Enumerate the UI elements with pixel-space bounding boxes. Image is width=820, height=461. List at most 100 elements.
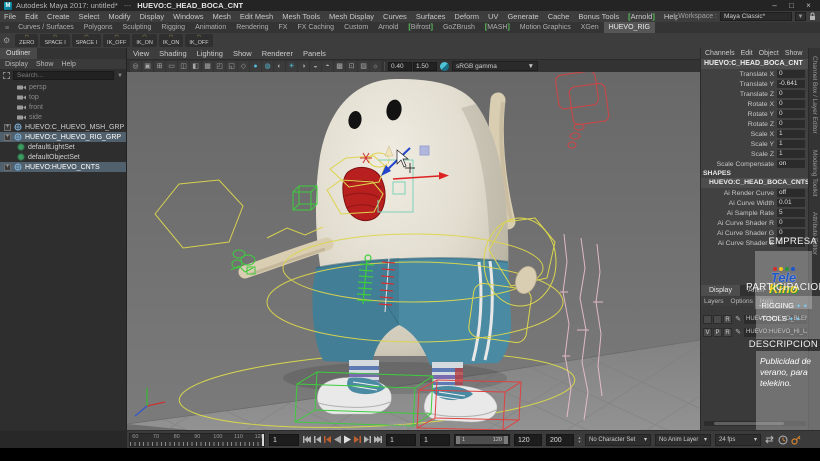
channel-value-field[interactable]: on: [777, 160, 805, 168]
range-slider[interactable]: 1 120: [454, 434, 510, 446]
channel-row-rotate-y[interactable]: Rotate Y0: [701, 109, 808, 119]
menu-modify[interactable]: Modify: [108, 12, 130, 21]
manipulator-plane-handle[interactable]: [420, 146, 429, 155]
ambient-occlusion-icon[interactable]: ◒: [310, 61, 321, 72]
sidebar-tab-channel-box-layer-editor[interactable]: Channel Box / Layer Editor: [811, 56, 818, 134]
shelf-button-ik-off-6[interactable]: ◠IK_OFF: [185, 34, 212, 47]
outliner-item-top[interactable]: top: [0, 92, 126, 102]
outliner-funnel-icon[interactable]: ▼: [117, 73, 123, 79]
expander-icon[interactable]: +: [4, 124, 11, 131]
shelf-button-ik-on-5[interactable]: ◠IK_ON: [159, 34, 184, 47]
safe-action-icon[interactable]: ◰: [214, 61, 225, 72]
animation-start-field[interactable]: 1: [386, 434, 416, 446]
shelf-tab-rigging[interactable]: Rigging: [156, 22, 190, 33]
default-material-icon[interactable]: ◐: [274, 61, 285, 72]
outliner-item-defaultlightset[interactable]: defaultLightSet: [0, 142, 126, 152]
shadows-icon[interactable]: ◑: [298, 61, 309, 72]
channel-value-field[interactable]: 1: [777, 150, 805, 158]
shelf-tab-mash[interactable]: [MASH]: [480, 22, 515, 33]
layer-visibility-toggle[interactable]: V: [703, 328, 712, 337]
play-forward-button[interactable]: [343, 434, 352, 445]
channel-row-scale-x[interactable]: Scale X1: [701, 129, 808, 139]
shelf-button-space-i-1[interactable]: ◠SPACE I: [40, 34, 69, 47]
sidebar-tab-modeling-toolkit[interactable]: Modeling Toolkit: [811, 150, 818, 197]
previous-key-button[interactable]: [323, 434, 332, 445]
channel-row-scale-compensate[interactable]: Scale Compensateon: [701, 159, 808, 169]
close-button[interactable]: ×: [801, 1, 816, 11]
outliner-item-defaultobjectset[interactable]: defaultObjectSet: [0, 152, 126, 162]
outliner-item-front[interactable]: front: [0, 102, 126, 112]
viewport-scene[interactable]: persp: [127, 72, 700, 430]
isolate-select-icon[interactable]: ⊡: [346, 61, 357, 72]
menu-uv[interactable]: UV: [488, 12, 498, 21]
shelf-tab-polygons[interactable]: Polygons: [79, 22, 118, 33]
shelf-button-zero-0[interactable]: ◠ZERO: [15, 34, 38, 47]
outliner-item-persp[interactable]: persp: [0, 82, 126, 92]
shelf-button-ik-off-3[interactable]: ◠IK_OFF: [103, 34, 130, 47]
field-chart-icon[interactable]: ▦: [202, 61, 213, 72]
sidebar-tab-attribute-editor[interactable]: Attribute Editor: [811, 212, 818, 255]
playback-start-field[interactable]: 1: [420, 434, 450, 446]
channel-value-field[interactable]: 0: [777, 70, 805, 78]
grid-icon[interactable]: ⊞: [154, 61, 165, 72]
channel-row-rotate-x[interactable]: Rotate X0: [701, 99, 808, 109]
channel-row-translate-z[interactable]: Translate Z0: [701, 89, 808, 99]
current-frame-field[interactable]: 1: [269, 434, 299, 446]
channel-row-ai-sample-rate[interactable]: Ai Sample Rate5: [701, 208, 808, 218]
viewport-menu-shading[interactable]: Shading: [159, 49, 187, 58]
channel-row-translate-y[interactable]: Translate Y-0.641: [701, 79, 808, 89]
menu-surfaces[interactable]: Surfaces: [416, 12, 446, 21]
channel-row-rotate-z[interactable]: Rotate Z0: [701, 119, 808, 129]
shelf-button-space-i-2[interactable]: ◠SPACE I: [72, 34, 101, 47]
channel-row-scale-z[interactable]: Scale Z1: [701, 149, 808, 159]
shelf-tab-custom[interactable]: Custom: [339, 22, 373, 33]
channel-box-menu-channels[interactable]: Channels: [705, 50, 735, 57]
outliner-filter-icon[interactable]: [3, 72, 10, 79]
go-to-end-button[interactable]: [373, 434, 382, 445]
outliner-item-huevo-c-huevo-msh-grp[interactable]: +HUEVO:C_HUEVO_MSH_GRP: [0, 122, 126, 132]
menu-windows[interactable]: Windows: [173, 12, 203, 21]
channel-row-ai-curve-width[interactable]: Ai Curve Width0.01: [701, 198, 808, 208]
menu-cache[interactable]: Cache: [548, 12, 570, 21]
workspace-lock-icon[interactable]: [809, 12, 816, 21]
workspace-dropdown-arrow-icon[interactable]: ▼: [795, 12, 806, 21]
channel-value-field[interactable]: 5: [777, 209, 805, 217]
shelf-tab-animation[interactable]: Animation: [190, 22, 231, 33]
expander-icon[interactable]: +: [4, 134, 11, 141]
viewport-menu-renderer[interactable]: Renderer: [262, 49, 293, 58]
layer-visibility-toggle[interactable]: [703, 315, 712, 324]
outliner-title[interactable]: Outliner: [0, 48, 37, 59]
channel-value-field[interactable]: 0: [777, 110, 805, 118]
menu-file[interactable]: File: [4, 12, 16, 21]
exposure-field[interactable]: 0.40: [388, 62, 412, 71]
channel-box-menu-object[interactable]: Object: [759, 50, 779, 57]
shelf-tab-gozbrush[interactable]: GoZBrush: [438, 22, 480, 33]
shelf-tab-fx[interactable]: FX: [274, 22, 293, 33]
channel-value-field[interactable]: 1: [777, 130, 805, 138]
menu-display[interactable]: Display: [140, 12, 165, 21]
shelf-tab-arnold[interactable]: Arnold: [373, 22, 403, 33]
channel-box-menu-show[interactable]: Show: [785, 50, 803, 57]
film-gate-icon[interactable]: ▭: [166, 61, 177, 72]
textured-icon[interactable]: ◍: [262, 61, 273, 72]
layer-editor-menu-options[interactable]: Options: [731, 298, 753, 305]
menu-bonus-tools[interactable]: Bonus Tools: [578, 12, 619, 21]
outliner-item-huevo-huevo-cnts[interactable]: +HUEVO:HUEVO_CNTS: [0, 162, 126, 172]
layer-editor-menu-layers[interactable]: Layers: [704, 298, 724, 305]
xray-icon[interactable]: ▨: [358, 61, 369, 72]
animation-clock-icon[interactable]: [776, 435, 789, 445]
resolution-gate-icon[interactable]: ◫: [178, 61, 189, 72]
channel-value-field[interactable]: 1: [777, 140, 805, 148]
menu-edit[interactable]: Edit: [25, 12, 38, 21]
workspace-dropdown[interactable]: Maya Classic*: [720, 12, 792, 21]
layer-playback-toggle[interactable]: P: [713, 328, 722, 337]
gate-mask-icon[interactable]: ◧: [190, 61, 201, 72]
outliner-menu-display[interactable]: Display: [5, 61, 28, 68]
multisample-icon[interactable]: ▩: [334, 61, 345, 72]
shelf-tab-sculpting[interactable]: Sculpting: [118, 22, 157, 33]
lock-camera-icon[interactable]: ▣: [142, 61, 153, 72]
channel-value-field[interactable]: 0: [777, 100, 805, 108]
outliner-item-side[interactable]: side: [0, 112, 126, 122]
expander-icon[interactable]: +: [4, 164, 11, 171]
next-key-button[interactable]: [353, 434, 362, 445]
